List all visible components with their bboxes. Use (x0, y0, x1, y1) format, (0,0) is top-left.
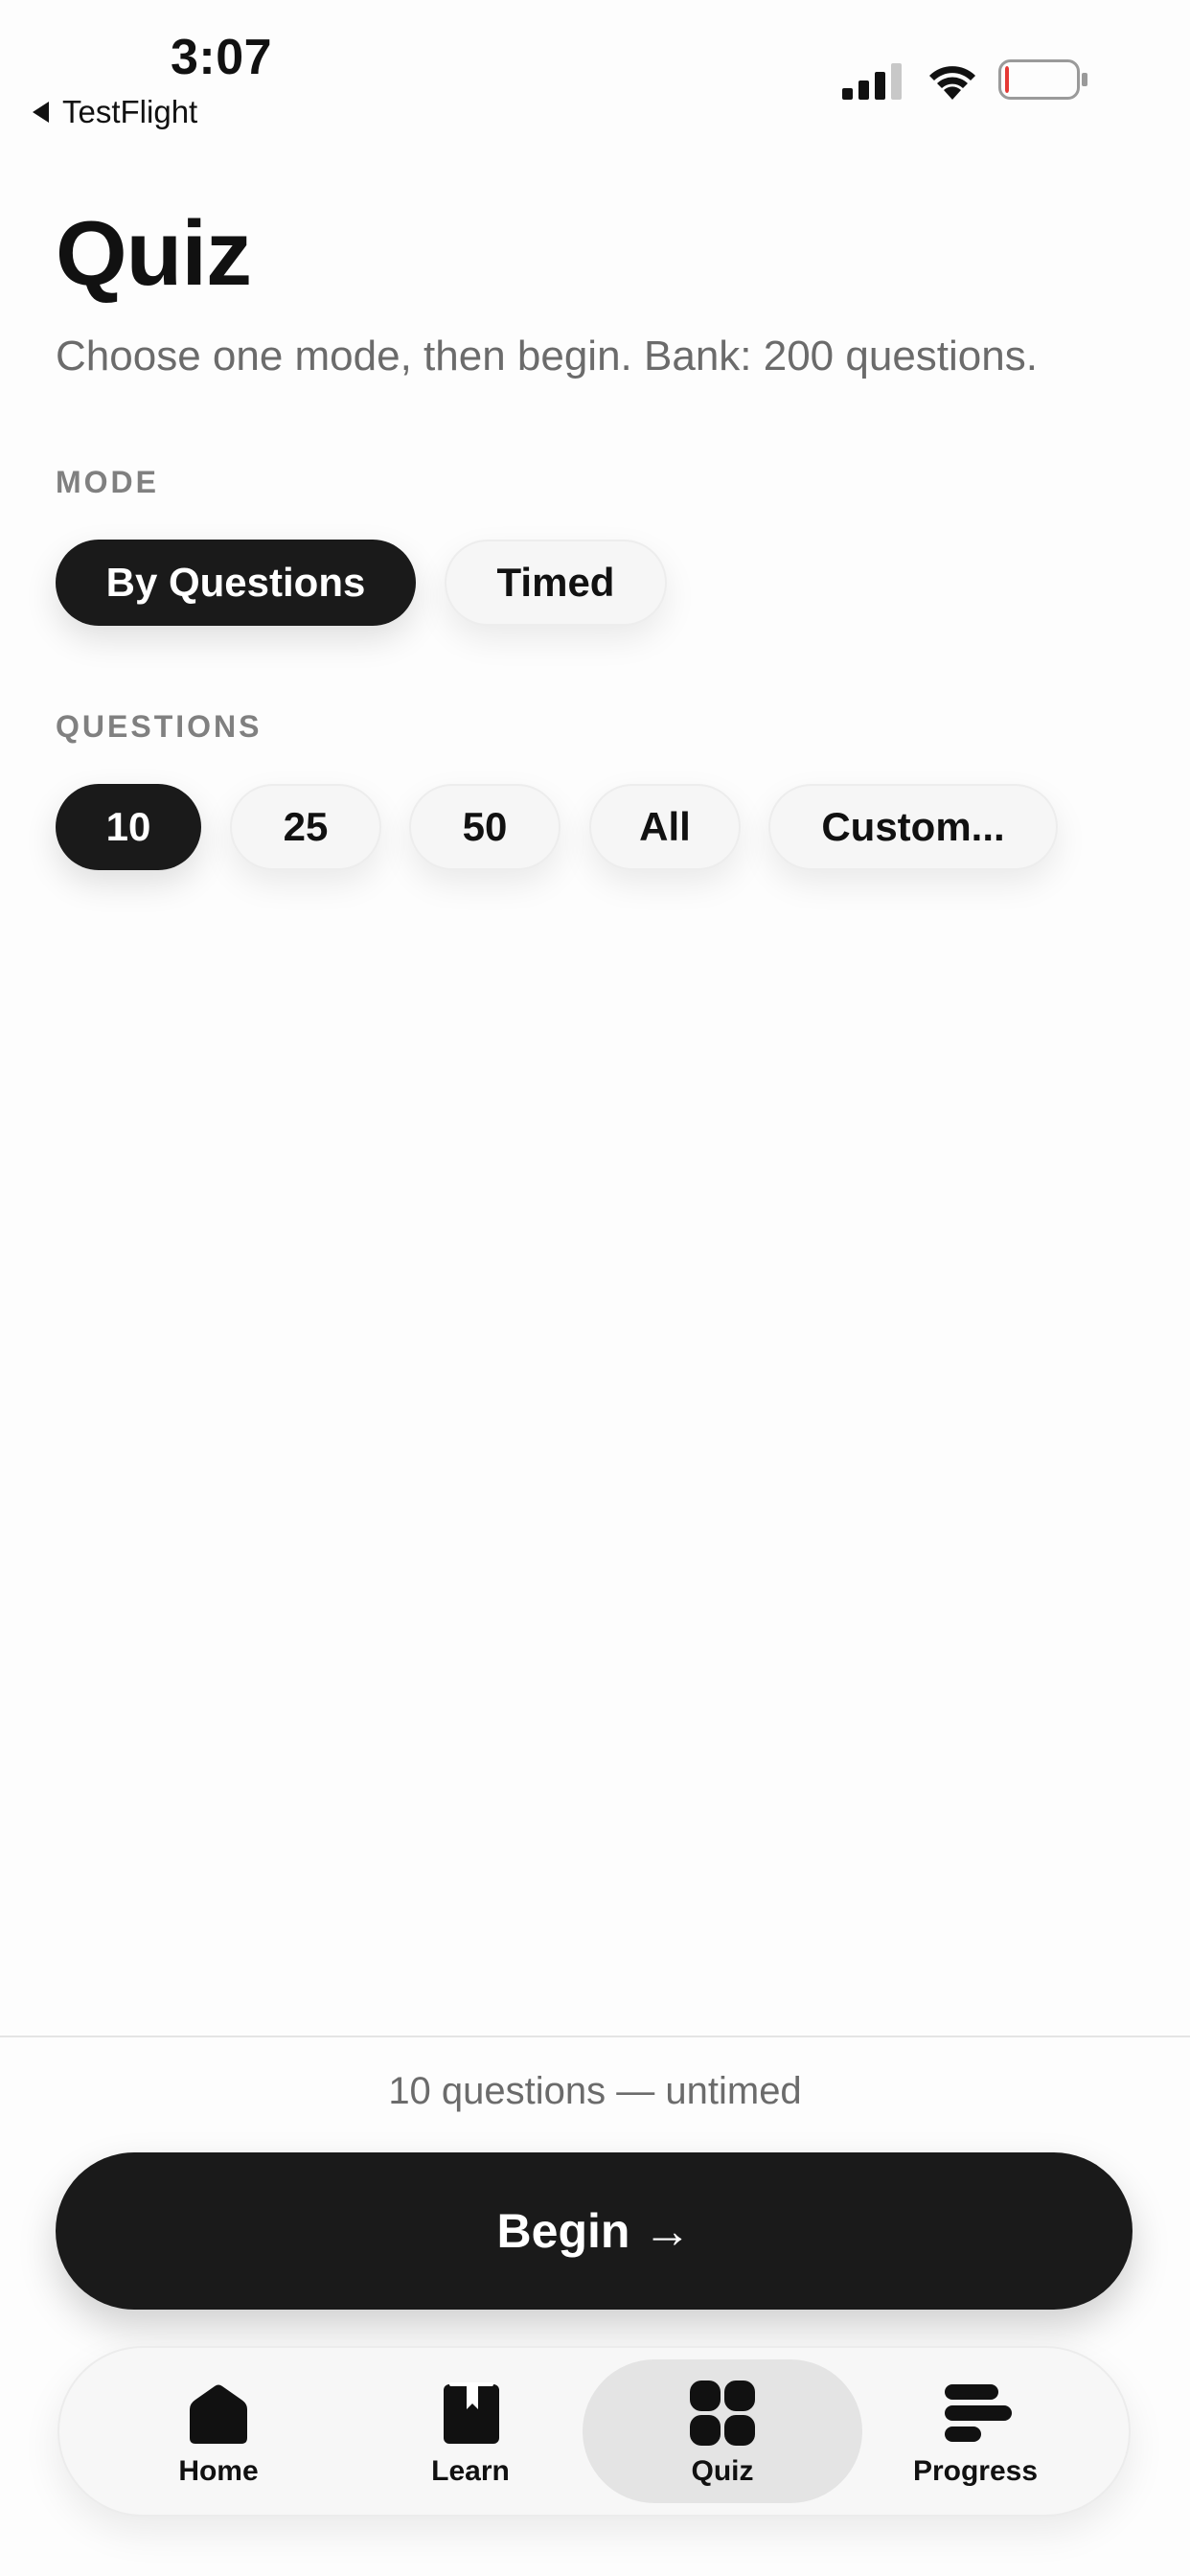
status-time: 3:07 (171, 30, 273, 85)
back-to-app-link[interactable]: TestFlight (33, 94, 197, 130)
grid-icon (690, 2380, 755, 2446)
tab-learn[interactable]: Learn (331, 2359, 610, 2503)
tab-quiz-label: Quiz (691, 2455, 754, 2487)
home-icon (190, 2384, 247, 2444)
question-count-25[interactable]: 25 (230, 784, 381, 870)
book-icon (444, 2382, 499, 2444)
mode-section-label: MODE (56, 465, 159, 499)
questions-section-label: QUESTIONS (56, 709, 263, 744)
bars-icon (945, 2384, 1012, 2442)
tab-learn-label: Learn (431, 2455, 510, 2487)
mode-option-timed[interactable]: Timed (445, 540, 667, 626)
battery-level-fill (1005, 66, 1009, 93)
question-count-50[interactable]: 50 (409, 784, 561, 870)
page-subtitle: Choose one mode, then begin. Bank: 200 q… (56, 333, 1038, 380)
begin-button[interactable]: Begin → (56, 2152, 1133, 2310)
mode-option-by-questions[interactable]: By Questions (56, 540, 416, 626)
wifi-icon (929, 66, 975, 100)
page-title: Quiz (56, 202, 252, 305)
tab-home[interactable]: Home (79, 2359, 358, 2503)
cellular-signal-icon (842, 63, 902, 100)
quiz-summary-text: 10 questions — untimed (388, 2070, 802, 2112)
question-count-10[interactable]: 10 (56, 784, 201, 870)
tab-home-label: Home (178, 2455, 259, 2487)
begin-button-label: Begin (496, 2204, 630, 2258)
tab-bar: Home Learn Quiz Progress (57, 2346, 1131, 2517)
tab-quiz[interactable]: Quiz (583, 2359, 862, 2503)
tab-progress-label: Progress (912, 2455, 1039, 2487)
battery-icon (998, 59, 1087, 100)
question-count-all[interactable]: All (589, 784, 741, 870)
tab-progress[interactable]: Progress (835, 2359, 1115, 2503)
back-app-label: TestFlight (62, 94, 198, 129)
arrow-right-icon: → (643, 2204, 692, 2258)
footer-divider (0, 2036, 1190, 2037)
question-count-custom[interactable]: Custom... (768, 784, 1058, 870)
back-triangle-icon (33, 102, 49, 123)
